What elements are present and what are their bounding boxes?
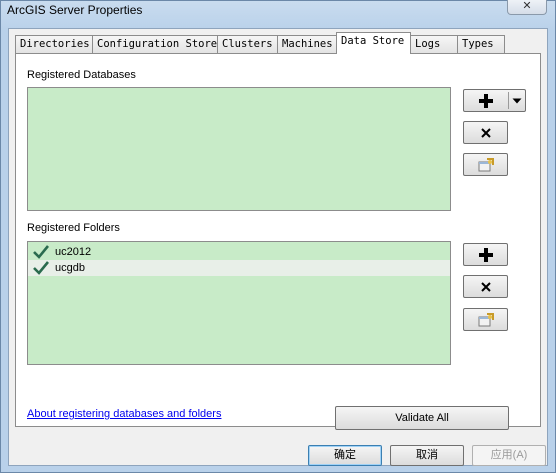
tab-configuration-store[interactable]: Configuration Store — [92, 35, 218, 53]
close-icon: ✕ — [522, 0, 532, 12]
tab-data-store[interactable]: Data Store — [336, 32, 411, 54]
list-item[interactable]: ucgdb — [28, 260, 450, 276]
dialog-window: ArcGIS Server Properties ✕ Directories C… — [0, 0, 556, 473]
folder-name: ucgdb — [55, 262, 85, 274]
tab-logs[interactable]: Logs — [410, 35, 458, 53]
add-folder-button[interactable] — [463, 243, 508, 266]
window-title: ArcGIS Server Properties — [7, 3, 143, 17]
registered-databases-list[interactable] — [27, 87, 451, 211]
data-store-panel: Registered Databases Registered Folders … — [15, 53, 541, 430]
about-registering-link[interactable]: About registering databases and folders — [27, 408, 221, 420]
chevron-down-icon — [512, 98, 522, 103]
edit-database-button[interactable] — [463, 153, 508, 176]
add-database-button[interactable] — [464, 90, 508, 111]
list-item[interactable]: uc2012 — [28, 244, 450, 260]
tab-clusters[interactable]: Clusters — [217, 35, 278, 53]
remove-folder-button[interactable] — [463, 275, 508, 298]
properties-icon — [478, 312, 494, 326]
check-icon — [33, 261, 49, 275]
folder-name: uc2012 — [55, 246, 92, 258]
add-database-dropdown[interactable] — [509, 90, 525, 111]
cancel-button[interactable]: 取消 — [390, 445, 464, 466]
properties-icon — [478, 157, 494, 171]
check-icon — [33, 245, 49, 259]
tab-types[interactable]: Types — [457, 35, 505, 53]
add-database-split-button[interactable] — [463, 89, 526, 112]
remove-icon — [480, 281, 491, 292]
remove-icon — [480, 127, 491, 138]
title-bar[interactable]: ArcGIS Server Properties ✕ — [1, 0, 555, 25]
validate-all-button[interactable]: Validate All — [335, 406, 509, 430]
tab-machines[interactable]: Machines — [277, 35, 337, 53]
close-button[interactable]: ✕ — [507, 0, 547, 15]
registered-folders-label: Registered Folders — [27, 222, 120, 234]
ok-button[interactable]: 确定 — [308, 445, 382, 466]
registered-databases-label: Registered Databases — [27, 69, 136, 81]
registered-folders-list[interactable]: uc2012 ucgdb — [27, 241, 451, 365]
apply-button[interactable]: 应用(A) — [472, 445, 546, 466]
edit-folder-button[interactable] — [463, 308, 508, 331]
plus-icon — [478, 247, 493, 262]
tab-directories[interactable]: Directories — [15, 35, 93, 53]
dialog-client-area: Directories Configuration Store Clusters… — [8, 28, 548, 466]
plus-icon — [479, 93, 493, 108]
remove-database-button[interactable] — [463, 121, 508, 144]
